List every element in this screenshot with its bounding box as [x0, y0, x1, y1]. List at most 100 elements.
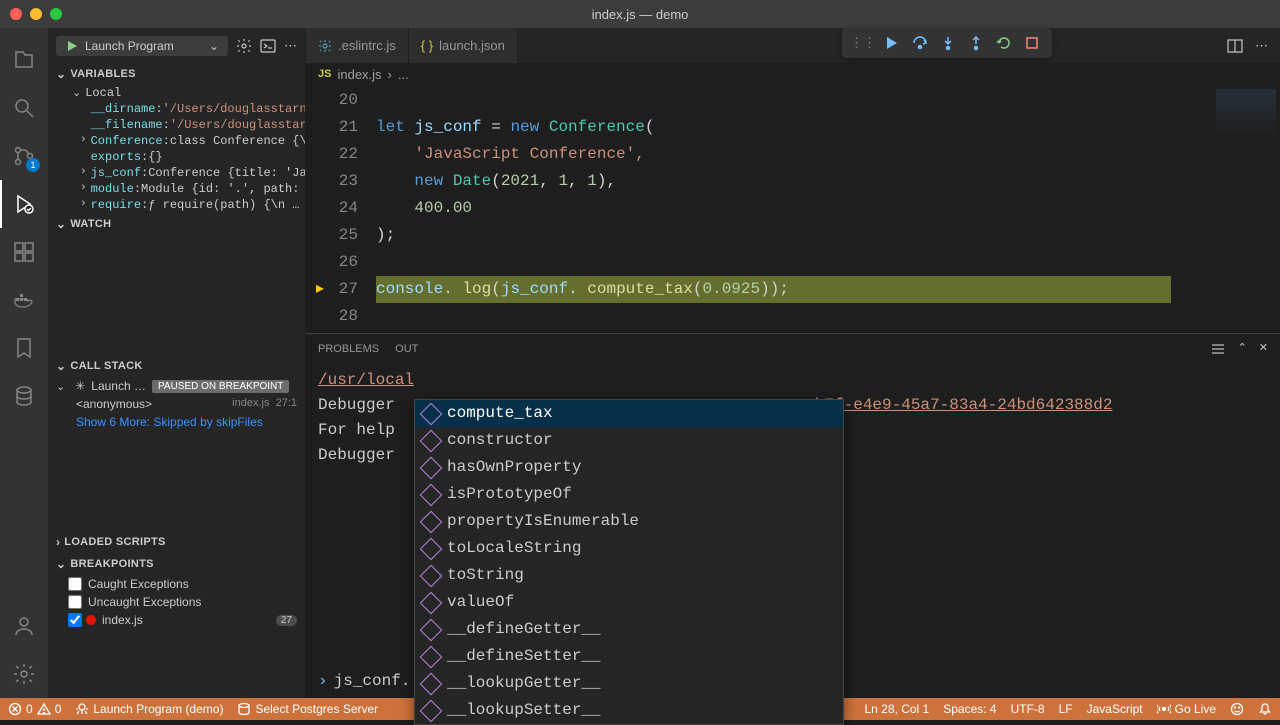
status-bell-icon[interactable]	[1258, 702, 1272, 716]
line-number: 28	[306, 303, 358, 330]
checkbox[interactable]	[68, 595, 82, 609]
status-cursor-pos[interactable]: Ln 28, Col 1	[865, 702, 930, 716]
close-icon[interactable]: ✕	[1259, 341, 1268, 357]
close-window-button[interactable]	[10, 8, 22, 20]
step-into-button[interactable]	[936, 31, 960, 55]
variable-item[interactable]: exports: {}	[48, 149, 305, 165]
source-control-icon[interactable]: 1	[0, 132, 48, 180]
checkbox[interactable]	[68, 613, 82, 627]
breakpoint-item[interactable]: index.js 27	[48, 611, 305, 629]
step-out-button[interactable]	[964, 31, 988, 55]
settings-gear-icon[interactable]	[0, 650, 48, 698]
code-editor[interactable]: 20212223242526▸2728 let js_conf = new Co…	[306, 85, 1280, 333]
launch-config-dropdown[interactable]: Launch Program ⌄	[56, 36, 228, 56]
callstack-section-header[interactable]: ⌄ CALL STACK	[48, 355, 305, 377]
checkbox[interactable]	[68, 577, 82, 591]
autocomplete-item[interactable]: compute_tax	[415, 400, 843, 427]
step-over-button[interactable]	[908, 31, 932, 55]
autocomplete-item[interactable]: propertyIsEnumerable	[415, 508, 843, 535]
editor-area: .eslintrc.js { } launch.json ⋯ ⋮⋮	[306, 28, 1280, 698]
chevron-down-icon: ⌄	[209, 39, 219, 53]
database-icon[interactable]	[0, 372, 48, 420]
loaded-scripts-header[interactable]: › LOADED SCRIPTS	[48, 531, 305, 553]
minimize-window-button[interactable]	[30, 8, 42, 20]
method-icon	[420, 456, 443, 479]
debug-console-icon[interactable]	[260, 38, 276, 54]
stop-button[interactable]	[1020, 31, 1044, 55]
watch-section-header[interactable]: ⌄ WATCH	[48, 213, 305, 235]
tab-eslintrc[interactable]: .eslintrc.js	[306, 28, 409, 63]
callstack-frame[interactable]: <anonymous> index.js 27:1	[48, 395, 305, 413]
status-language[interactable]: JavaScript	[1087, 702, 1143, 716]
autocomplete-item[interactable]: hasOwnProperty	[415, 454, 843, 481]
search-icon[interactable]	[0, 84, 48, 132]
variable-item[interactable]: __filename: '/Users/douglasstarne…	[48, 117, 305, 133]
prompt-icon: ›	[318, 669, 328, 694]
variables-section-header[interactable]: ⌄ VARIABLES	[48, 63, 305, 85]
code-content[interactable]: let js_conf = new Conference( 'JavaScrip…	[376, 85, 1200, 333]
chevron-right-icon: ›	[388, 67, 392, 82]
breadcrumb[interactable]: JS index.js › ...	[306, 63, 1280, 85]
status-encoding[interactable]: UTF-8	[1011, 702, 1045, 716]
status-postgres[interactable]: Select Postgres Server	[237, 702, 378, 716]
tab-problems[interactable]: PROBLEMS	[318, 339, 379, 359]
autocomplete-item[interactable]: __defineGetter__	[415, 616, 843, 643]
maximize-window-button[interactable]	[50, 8, 62, 20]
minimap[interactable]	[1200, 85, 1280, 333]
autocomplete-item[interactable]: toString	[415, 562, 843, 589]
explorer-icon[interactable]	[0, 36, 48, 84]
continue-button[interactable]	[880, 31, 904, 55]
more-icon[interactable]: ⋯	[1255, 38, 1268, 54]
show-more-frames[interactable]: Show 6 More: Skipped by skipFiles	[48, 413, 305, 431]
autocomplete-item[interactable]: __lookupGetter__	[415, 670, 843, 697]
variable-item[interactable]: ›js_conf: Conference {title: 'Jav…	[48, 165, 305, 181]
scope-local[interactable]: ⌄ Local	[48, 85, 305, 101]
status-eol[interactable]: LF	[1059, 702, 1073, 716]
console-input[interactable]: js_conf.	[334, 669, 411, 694]
bookmark-icon[interactable]	[0, 324, 48, 372]
status-indent[interactable]: Spaces: 4	[943, 702, 996, 716]
chevron-down-icon: ⌄	[72, 86, 81, 100]
status-launch-config[interactable]: Launch Program (demo)	[75, 702, 223, 716]
autocomplete-item[interactable]: toLocaleString	[415, 535, 843, 562]
status-feedback-icon[interactable]	[1230, 702, 1244, 716]
breakpoint-uncaught[interactable]: Uncaught Exceptions	[48, 593, 305, 611]
variable-item[interactable]: ›Conference: class Conference {\n…	[48, 133, 305, 149]
gear-icon[interactable]	[236, 38, 252, 54]
variable-name: module	[91, 182, 134, 196]
restart-button[interactable]	[992, 31, 1016, 55]
tab-output[interactable]: OUT	[395, 339, 418, 359]
more-icon[interactable]: ⋯	[284, 38, 297, 54]
docker-icon[interactable]	[0, 276, 48, 324]
launch-config-label: Launch Program	[85, 39, 174, 53]
run-debug-icon[interactable]	[0, 180, 48, 228]
wrap-icon[interactable]	[1210, 341, 1226, 357]
split-editor-icon[interactable]	[1227, 38, 1243, 54]
autocomplete-item[interactable]: valueOf	[415, 589, 843, 616]
variable-item[interactable]: ›require: ƒ require(path) {\n …	[48, 197, 305, 213]
status-go-live[interactable]: Go Live	[1157, 702, 1216, 716]
variable-item[interactable]: __dirname: '/Users/douglasstarne…	[48, 101, 305, 117]
chevron-up-icon[interactable]: ⌃	[1238, 341, 1247, 357]
breakpoints-header[interactable]: ⌄ BREAKPOINTS	[48, 553, 305, 575]
variable-value: ƒ require(path) {\n …	[148, 198, 299, 212]
tab-launch-json[interactable]: { } launch.json	[409, 28, 518, 63]
extensions-icon[interactable]	[0, 228, 48, 276]
debug-console[interactable]: /usr/local Debuggerb7f-e4e9-45a7-83a4-24…	[306, 364, 1280, 698]
autocomplete-item[interactable]: isPrototypeOf	[415, 481, 843, 508]
autocomplete-item[interactable]: constructor	[415, 427, 843, 454]
chevron-down-icon: ⌄	[56, 380, 65, 393]
variable-item[interactable]: ›module: Module {id: '.', path: '…	[48, 181, 305, 197]
variable-name: require	[91, 198, 141, 212]
callstack-thread[interactable]: ⌄ ✳ Launch … PAUSED ON BREAKPOINT	[48, 377, 305, 395]
method-icon	[420, 618, 443, 641]
variable-value: class Conference {\n…	[170, 134, 305, 148]
autocomplete-popup[interactable]: compute_taxconstructorhasOwnPropertyisPr…	[414, 399, 844, 725]
autocomplete-item[interactable]: __defineSetter__	[415, 643, 843, 670]
line-number: 23	[306, 168, 358, 195]
title-bar: index.js — demo	[0, 0, 1280, 28]
breakpoint-caught[interactable]: Caught Exceptions	[48, 575, 305, 593]
accounts-icon[interactable]	[0, 602, 48, 650]
grip-icon[interactable]: ⋮⋮	[850, 35, 876, 51]
status-errors[interactable]: 0 0	[8, 702, 61, 716]
